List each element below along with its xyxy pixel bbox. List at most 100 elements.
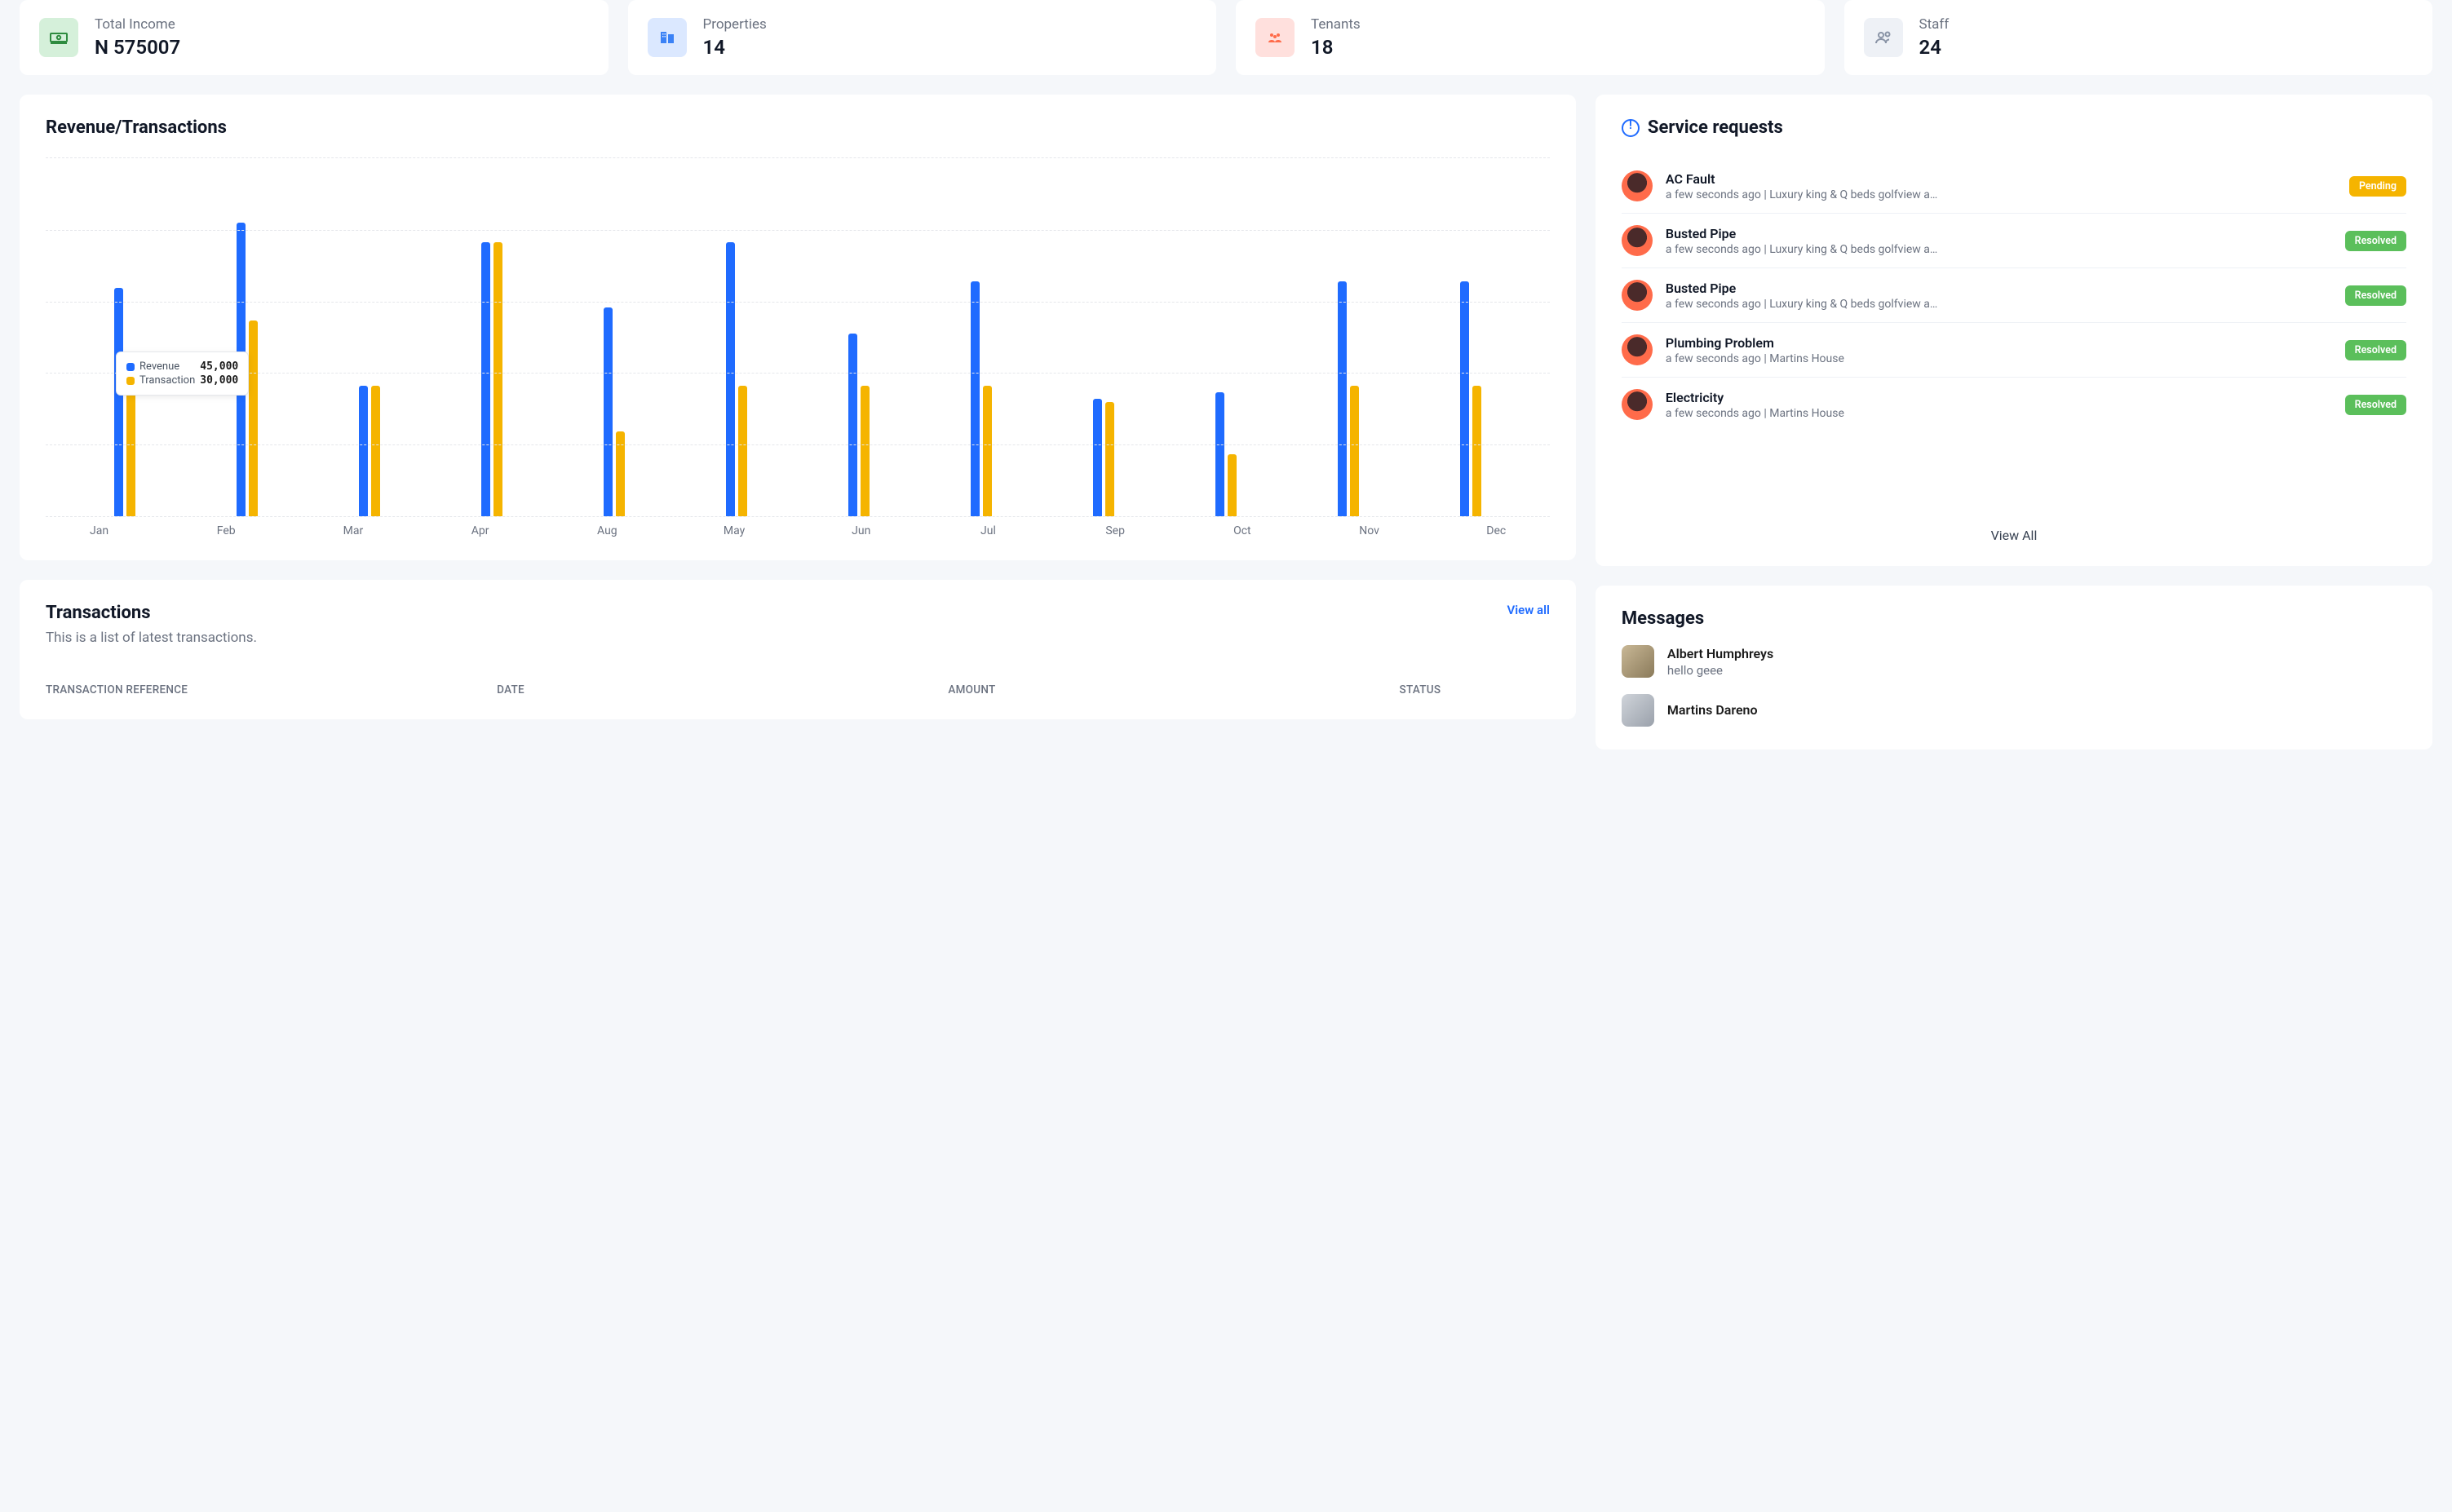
bar-transaction[interactable] <box>616 431 625 516</box>
alert-clock-icon <box>1622 119 1640 137</box>
service-request-title: Busted Pipe <box>1666 281 2332 296</box>
bar-revenue[interactable] <box>604 307 613 516</box>
bar-transaction[interactable] <box>1350 386 1359 516</box>
transactions-title: Transactions <box>46 603 257 623</box>
bar-transaction[interactable] <box>371 386 380 516</box>
tooltip-value-revenue: 45,000 <box>200 360 238 373</box>
bar-transaction[interactable] <box>1228 454 1237 516</box>
bar-revenue[interactable] <box>1215 392 1224 516</box>
bar-revenue[interactable] <box>481 242 490 516</box>
stat-value: 18 <box>1311 36 1361 59</box>
xaxis-label: Oct <box>1193 524 1290 537</box>
col-transaction-reference: TRANSACTION REFERENCE <box>46 683 497 696</box>
bar-revenue[interactable] <box>971 281 980 516</box>
bar-revenue[interactable] <box>1338 281 1347 516</box>
col-amount: AMOUNT <box>948 683 1399 696</box>
service-request-title: Plumbing Problem <box>1666 335 2332 351</box>
bar-transaction[interactable] <box>1105 402 1114 516</box>
service-request-sub: a few seconds ago | Martins House <box>1666 352 2332 365</box>
status-badge: Resolved <box>2345 395 2406 415</box>
bar-group[interactable] <box>321 386 418 516</box>
bar-transaction[interactable] <box>861 386 870 516</box>
service-request-sub: a few seconds ago | Luxury king & Q beds… <box>1666 298 2332 311</box>
bar-transaction[interactable] <box>983 386 992 516</box>
bar-revenue[interactable] <box>1460 281 1469 516</box>
tooltip-value-transaction: 30,000 <box>200 374 238 387</box>
service-request-item[interactable]: Busted Pipea few seconds ago | Luxury ki… <box>1622 214 2406 268</box>
xaxis-label: Dec <box>1448 524 1545 537</box>
stat-value: 14 <box>703 36 767 59</box>
xaxis-label: Feb <box>178 524 275 537</box>
service-request-item[interactable]: Electricity a few seconds ago | Martins H… <box>1622 378 2406 431</box>
xaxis-label: Sep <box>1067 524 1164 537</box>
transactions-table-header: TRANSACTION REFERENCE DATE AMOUNT STATUS <box>46 683 1550 696</box>
col-date: DATE <box>497 683 948 696</box>
stat-card-income: Total Income N 575007 <box>20 0 609 75</box>
tooltip-label-revenue: Revenue <box>139 360 195 373</box>
message-item[interactable]: Albert Humphreyshello geee <box>1622 645 2406 678</box>
status-badge: Pending <box>2349 176 2406 197</box>
stat-label: Properties <box>703 16 767 33</box>
service-requests-card: Service requests AC Faulta few seconds a… <box>1596 95 2432 566</box>
col-status: STATUS <box>1400 683 1550 696</box>
legend-swatch-transaction <box>126 377 135 385</box>
revenue-card: Revenue/Transactions JanFebMarAprAugMayJ… <box>20 95 1576 560</box>
bar-group[interactable] <box>443 242 540 516</box>
messages-title: Messages <box>1622 608 2406 629</box>
service-request-sub: a few seconds ago | Luxury king & Q beds… <box>1666 243 2332 256</box>
avatar <box>1622 170 1653 201</box>
stat-card-staff: Staff 24 <box>1844 0 2433 75</box>
service-request-sub: a few seconds ago | Luxury king & Q beds… <box>1666 188 2336 201</box>
bar-transaction[interactable] <box>126 386 135 516</box>
bar-revenue[interactable] <box>359 386 368 516</box>
bar-revenue[interactable] <box>726 242 735 516</box>
building-icon <box>648 18 687 57</box>
service-request-item[interactable]: AC Faulta few seconds ago | Luxury king … <box>1622 159 2406 214</box>
message-item[interactable]: Martins Dareno <box>1622 694 2406 727</box>
xaxis-label: Jun <box>812 524 910 537</box>
avatar <box>1622 389 1653 420</box>
bar-group[interactable] <box>810 334 907 516</box>
xaxis-label: Jul <box>940 524 1037 537</box>
legend-swatch-revenue <box>126 363 135 371</box>
avatar <box>1622 645 1654 678</box>
message-sender: Martins Dareno <box>1667 702 1758 718</box>
stat-label: Tenants <box>1311 16 1361 33</box>
bar-group[interactable] <box>1423 281 1520 516</box>
bar-group[interactable] <box>1178 392 1275 516</box>
xaxis-label: May <box>686 524 783 537</box>
bar-transaction[interactable] <box>738 386 747 516</box>
bar-revenue[interactable] <box>1093 399 1102 516</box>
xaxis-label: Nov <box>1321 524 1418 537</box>
bar-revenue[interactable] <box>114 288 123 516</box>
transactions-subtitle: This is a list of latest transactions. <box>46 630 257 646</box>
service-requests-view-all[interactable]: View All <box>1622 513 2406 543</box>
bar-transaction[interactable] <box>1472 386 1481 516</box>
bar-group[interactable] <box>1056 399 1153 516</box>
bar-transaction[interactable] <box>493 242 502 516</box>
bar-transaction[interactable] <box>249 321 258 516</box>
service-request-item[interactable]: Plumbing Problema few seconds ago | Mart… <box>1622 323 2406 378</box>
status-badge: Resolved <box>2345 231 2406 251</box>
service-request-title: Electricity <box>1666 390 2332 405</box>
service-requests-title: Service requests <box>1648 117 1783 138</box>
stat-card-properties: Properties 14 <box>628 0 1217 75</box>
bar-revenue[interactable] <box>848 334 857 516</box>
bar-group[interactable] <box>932 281 1029 516</box>
bar-group[interactable] <box>565 307 662 516</box>
service-request-title: AC Fault <box>1666 171 2336 187</box>
service-request-sub: a few seconds ago | Martins House <box>1666 407 2332 420</box>
avatar <box>1622 334 1653 365</box>
revenue-card-title: Revenue/Transactions <box>46 117 1550 138</box>
message-preview: hello geee <box>1667 663 1773 678</box>
avatar <box>1622 225 1653 256</box>
bar-group[interactable] <box>76 288 173 516</box>
bar-group[interactable] <box>1300 281 1397 516</box>
stat-value: N 575007 <box>95 36 180 59</box>
stat-card-tenants: Tenants 18 <box>1236 0 1825 75</box>
revenue-chart[interactable]: JanFebMarAprAugMayJunJulSepOctNovDec Rev… <box>46 157 1550 537</box>
bar-group[interactable] <box>688 242 785 516</box>
service-request-item[interactable]: Busted Pipe a few seconds ago | Luxury ki… <box>1622 268 2406 323</box>
transactions-view-all-link[interactable]: View all <box>1507 603 1550 617</box>
staff-icon <box>1864 18 1903 57</box>
